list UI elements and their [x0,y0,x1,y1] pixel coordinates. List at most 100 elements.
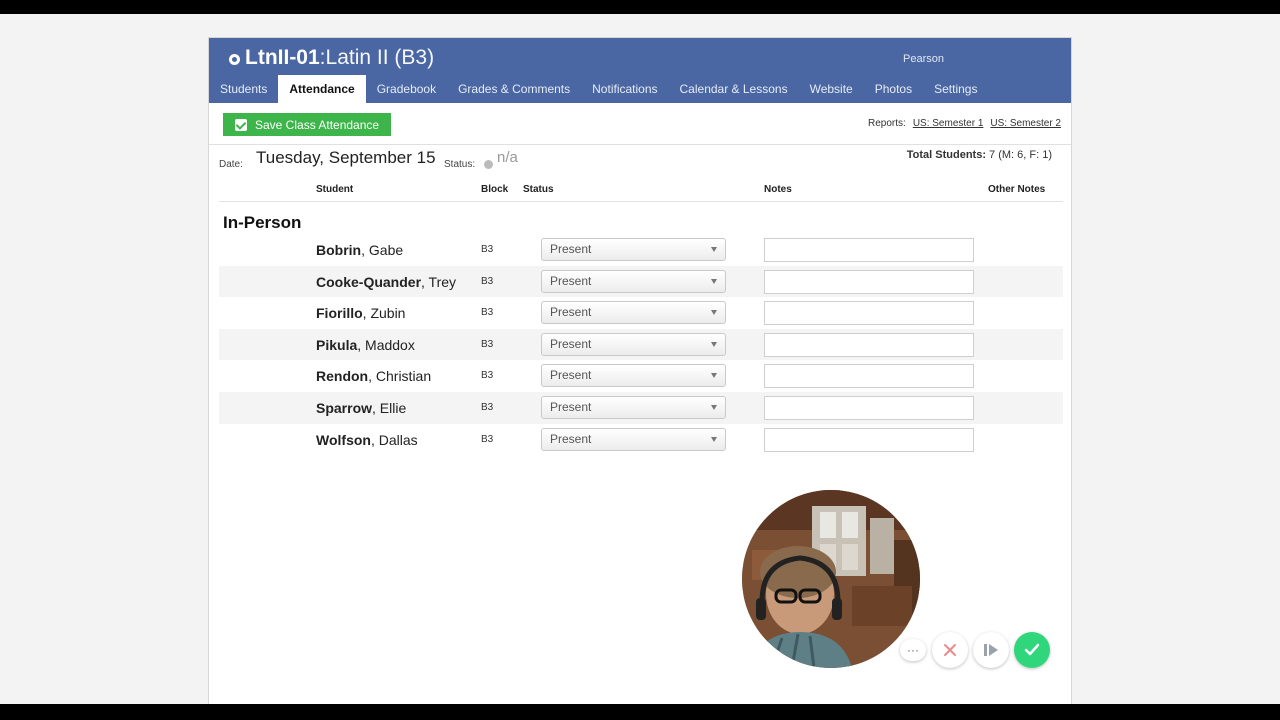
total-students: Total Students: 7 (M: 6, F: 1) [907,149,1052,161]
attendance-status-select[interactable]: Present [541,364,726,388]
student-first-name: , Gabe [361,242,404,258]
student-last-name: Pikula [316,336,358,353]
table-row: Cooke-Quander, Trey B3 Present [219,265,1063,298]
status-value: n/a [497,149,518,166]
notes-input[interactable] [764,269,974,294]
tab-gradebook[interactable]: Gradebook [366,75,447,103]
student-block: B3 [481,401,494,413]
table-row: Pikula, Maddox B3 Present [219,328,1063,361]
column-other-notes: Other Notes [988,184,1046,195]
student-block: B3 [481,275,494,287]
student-block: B3 [481,370,494,382]
student-last-name: Bobrin [316,242,362,258]
save-attendance-label: Save Class Attendance [255,117,380,132]
top-black-bar [0,0,1280,14]
student-name[interactable]: Sparrow, Ellie [316,400,406,416]
table-row: Sparrow, Ellie B3 Present [219,391,1063,424]
attendance-status-select[interactable]: Present [541,269,726,293]
attendance-status-select[interactable]: Present [541,332,726,356]
app-window: LtnII-01: Latin II (B3) Pearson Students… [208,37,1072,704]
reports-links: Reports: US: Semester 1 US: Semester 2 [868,118,1061,129]
student-name[interactable]: Fiorillo, Zubin [316,305,405,321]
reports-label: Reports: [868,118,906,129]
caret-down-icon [711,247,717,252]
webcam-bubble[interactable] [742,490,920,668]
student-name[interactable]: Bobrin, Gabe [316,242,403,258]
tab-calendar-lessons[interactable]: Calendar & Lessons [669,75,799,103]
finish-recording-button[interactable] [1014,632,1050,668]
close-icon [944,644,956,656]
student-name[interactable]: Wolfson, Dallas [316,432,418,448]
attendance-toolbar: Save Class Attendance Reports: US: Semes… [209,103,1071,145]
caret-down-icon [711,373,717,379]
student-list: Bobrin, Gabe B3 Present Cooke-Quander, T… [219,234,1063,455]
attendance-status-select[interactable]: Present [541,238,726,261]
course-status-icon [229,53,240,65]
caret-down-icon [711,310,717,316]
caret-down-icon [711,404,717,410]
column-student: Student [316,184,354,195]
student-first-name: , Christian [368,368,432,385]
student-block: B3 [481,244,494,255]
tab-notifications[interactable]: Notifications [581,75,668,103]
notes-input[interactable] [764,332,974,357]
teacher-name: Pearson [903,53,944,65]
notes-input[interactable] [764,395,974,420]
pause-recording-button[interactable] [973,632,1009,668]
course-name: Latin II (B3) [325,46,435,69]
total-students-value: 7 (M: 6, F: 1) [985,149,1052,161]
status-dot-icon [484,160,493,169]
notes-input[interactable] [764,238,974,262]
table-row: Bobrin, Gabe B3 Present [219,234,1063,266]
caret-down-icon [711,278,717,284]
more-options-button[interactable]: ··· [900,639,926,661]
student-block: B3 [481,307,494,319]
date-label: Date: [219,159,243,170]
status-label: Status: [444,159,476,170]
checkbox-icon [235,118,247,131]
report-semester-1-link[interactable]: US: Semester 1 [913,118,984,129]
student-first-name: , Maddox [357,336,415,353]
attendance-status-value: Present [550,368,592,383]
save-attendance-button[interactable]: Save Class Attendance [223,113,391,136]
student-first-name: , Ellie [372,399,407,416]
student-first-name: , Zubin [362,305,406,322]
table-row: Fiorillo, Zubin B3 Present [219,297,1063,329]
tab-grades-comments[interactable]: Grades & Comments [447,75,581,103]
student-last-name: Rendon [316,368,369,385]
student-name[interactable]: Pikula, Maddox [316,337,415,353]
tab-website[interactable]: Website [799,75,864,103]
notes-input[interactable] [764,301,974,326]
course-code: LtnII-01 [245,46,320,69]
total-students-label: Total Students: [906,149,986,161]
date-row: Date: Tuesday, September 15 Status: n/a … [209,146,1071,180]
tab-students[interactable]: Students [209,75,278,103]
check-icon [1024,643,1040,656]
notes-input[interactable] [764,427,974,452]
attendance-status-select[interactable]: Present [541,301,726,325]
tab-photos[interactable]: Photos [864,75,923,103]
student-last-name: Cooke-Quander [316,273,422,290]
student-name[interactable]: Rendon, Christian [316,368,431,384]
course-header: LtnII-01: Latin II (B3) Pearson Students… [209,38,1071,103]
column-status: Status [523,184,554,195]
student-name[interactable]: Cooke-Quander, Trey [316,274,456,290]
report-semester-2-link[interactable]: US: Semester 2 [990,118,1061,129]
section-title: In-Person [223,213,302,232]
student-last-name: Sparrow [316,399,373,416]
table-row: Rendon, Christian B3 Present [219,360,1063,392]
column-block: Block [481,184,509,195]
tab-attendance[interactable]: Attendance [278,75,366,103]
discard-recording-button[interactable] [932,632,968,668]
attendance-status-select[interactable]: Present [541,427,726,451]
tab-bar: Students Attendance Gradebook Grades & C… [209,75,988,103]
webcam-video-image [742,490,920,668]
notes-input[interactable] [764,364,974,389]
tab-settings[interactable]: Settings [923,75,988,103]
table-row: Wolfson, Dallas B3 Present [219,424,1063,456]
course-title: LtnII-01: Latin II (B3) [229,46,434,70]
student-block: B3 [481,433,494,445]
more-icon: ··· [907,643,919,657]
date-value[interactable]: Tuesday, September 15 [256,148,436,168]
attendance-status-select[interactable]: Present [541,395,726,419]
